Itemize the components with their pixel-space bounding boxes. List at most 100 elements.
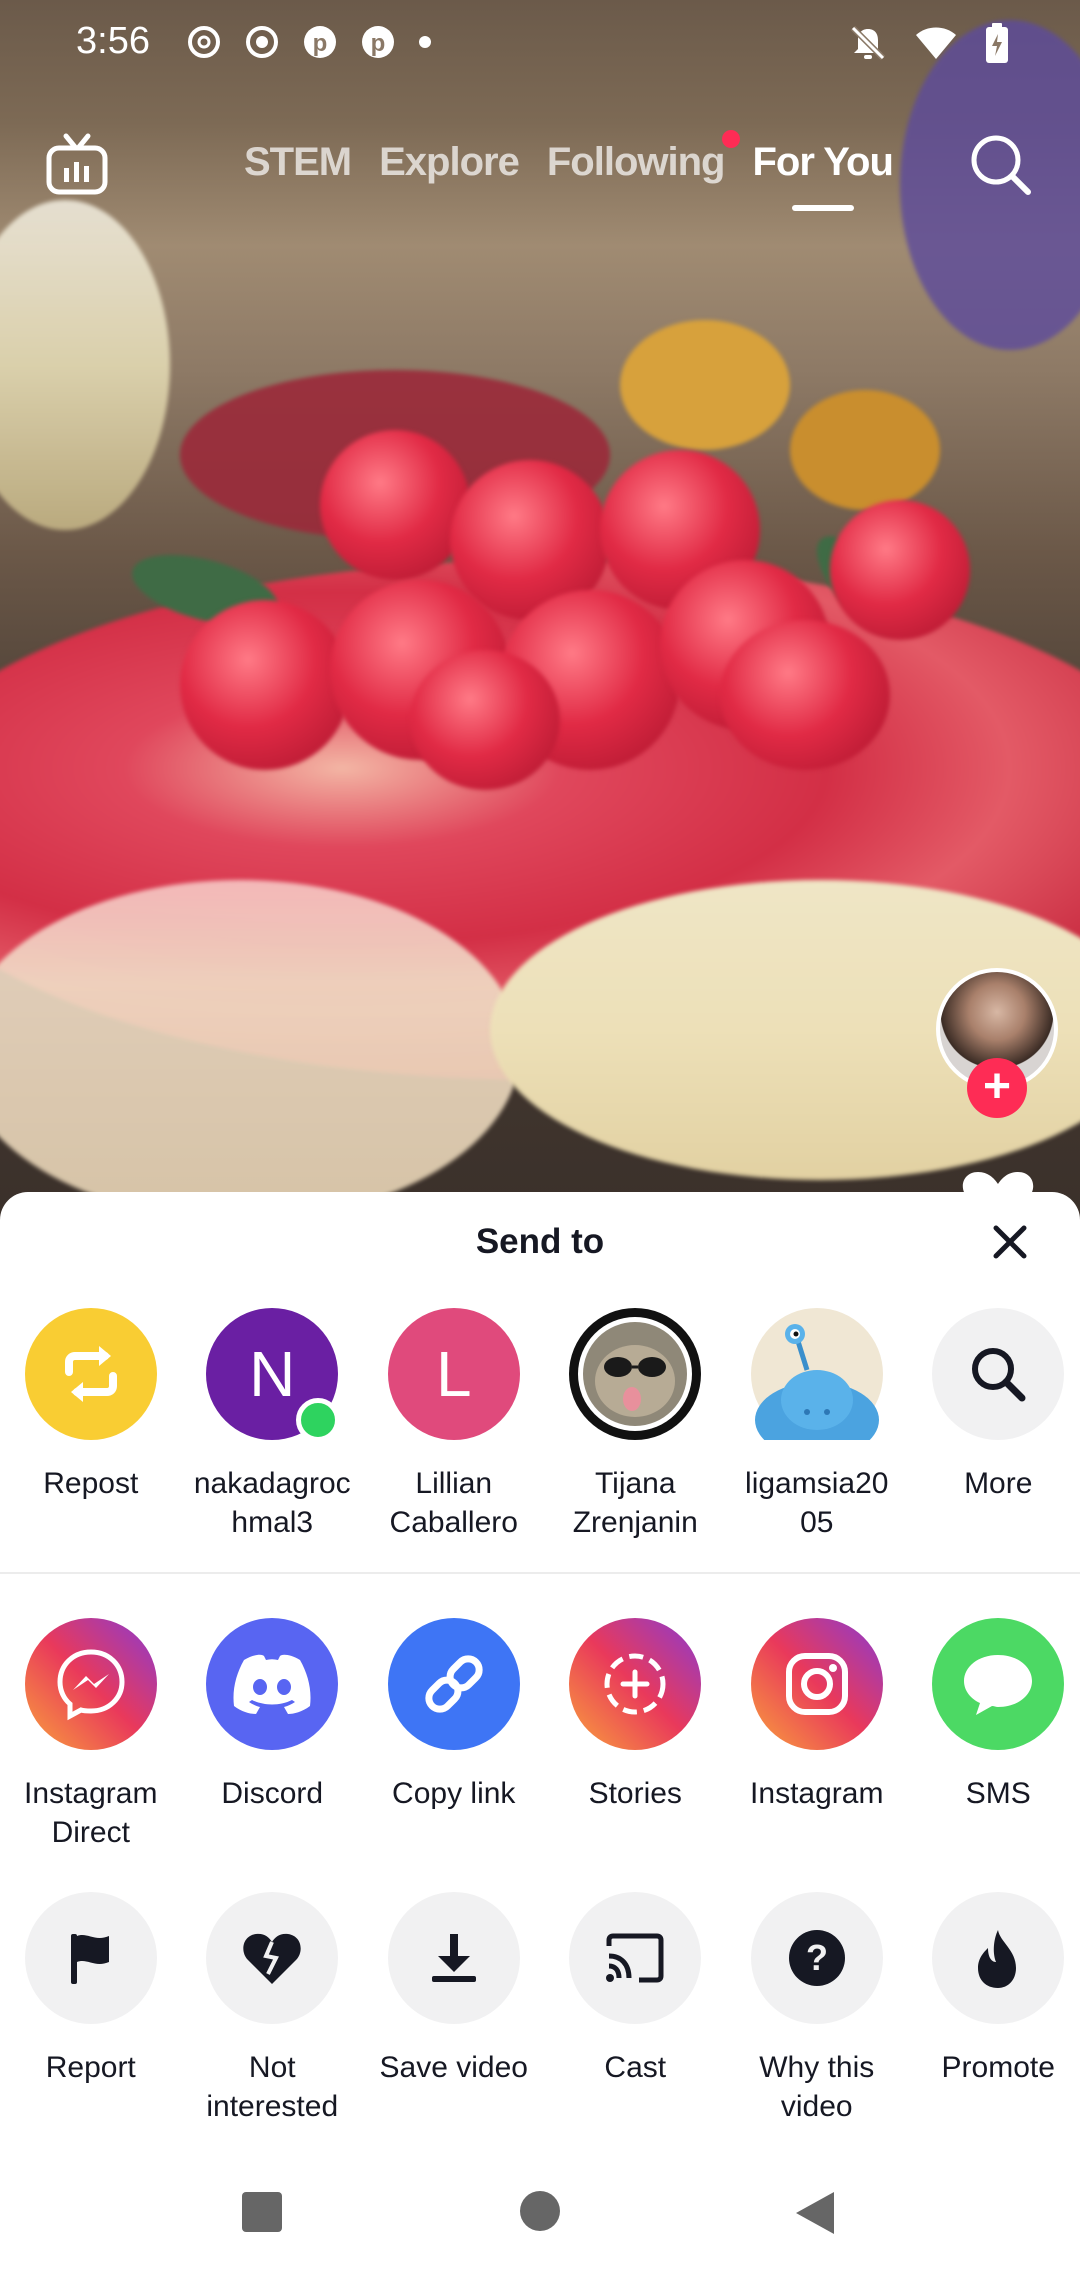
avatar	[750, 1308, 883, 1440]
link-icon	[425, 1655, 483, 1713]
promote-button[interactable]: Promote	[908, 1892, 1080, 2126]
app-label: Stories	[588, 1777, 682, 1810]
app-label: Instagram	[750, 1777, 884, 1810]
search-icon	[972, 1348, 1026, 1402]
contact-name: ligamsia20 05	[745, 1467, 889, 1539]
tab-following[interactable]: Following	[547, 130, 741, 185]
messenger-icon	[57, 1649, 125, 1721]
dot-icon	[419, 36, 431, 48]
report-button[interactable]: Report	[0, 1892, 182, 2126]
stories-icon	[604, 1653, 666, 1715]
avatar-letter: L	[435, 1338, 472, 1410]
record-icon	[246, 26, 278, 58]
status-time: 3:56	[76, 20, 150, 62]
question-icon: ?	[788, 1930, 845, 1986]
raspberry	[410, 650, 560, 790]
avatar-letter: N	[249, 1338, 296, 1410]
pinterest-icon: p	[304, 26, 336, 58]
home-icon[interactable]	[519, 2190, 561, 2232]
app-label: Discord	[221, 1777, 324, 1810]
flame-icon	[978, 1930, 1017, 1988]
close-icon[interactable]	[980, 1212, 1040, 1272]
cat-photo-avatar	[578, 1317, 693, 1431]
share-sheet: Send to Repost N nakadagroc hmal3 L Lill…	[0, 1192, 1080, 2280]
save-video-button[interactable]: Save video	[363, 1892, 545, 2126]
share-instagram[interactable]: Instagram	[726, 1618, 908, 1852]
tab-for-you[interactable]: For You	[752, 140, 894, 211]
app-label: Instagram Direct	[24, 1777, 158, 1849]
action-circle	[569, 1892, 702, 2024]
notification-dot	[722, 130, 741, 148]
app-circle	[750, 1618, 883, 1750]
action-circle: ?	[750, 1892, 883, 2024]
share-sms[interactable]: SMS	[908, 1618, 1080, 1852]
wifi-icon	[916, 27, 956, 59]
action-circle	[24, 1892, 157, 2024]
avatar: N	[206, 1308, 341, 1442]
system-nav-bar	[0, 2150, 1080, 2280]
app-circle	[387, 1618, 520, 1750]
app-circle	[932, 1618, 1065, 1750]
lemon	[790, 390, 940, 510]
more-label: More	[964, 1467, 1033, 1500]
recent-apps-icon[interactable]	[240, 2190, 284, 2234]
action-label: Report	[45, 2051, 136, 2084]
repost-circle	[24, 1308, 157, 1440]
tab-explore[interactable]: Explore	[379, 140, 520, 185]
cast-button[interactable]: Cast	[545, 1892, 727, 2126]
contact-ligamsia2005[interactable]: ligamsia20 05	[726, 1308, 908, 1542]
status-bar: 3:56 p p	[0, 0, 1080, 90]
back-icon[interactable]	[794, 2190, 836, 2236]
lemon	[620, 320, 790, 450]
svg-text:?: ?	[806, 1937, 828, 1978]
tab-for-you-label: For You	[752, 140, 893, 184]
not-interested-button[interactable]: Not interested	[182, 1892, 364, 2126]
online-status-dot	[296, 1398, 341, 1442]
action-label: Promote	[941, 2051, 1055, 2084]
action-label: Why this video	[759, 2051, 875, 2123]
search-icon[interactable]	[966, 130, 1036, 200]
action-circle	[387, 1892, 520, 2024]
raspberry	[830, 500, 970, 640]
active-tab-indicator	[791, 205, 854, 211]
repost-icon	[64, 1346, 117, 1402]
divider	[0, 1572, 1080, 1574]
share-instagram-direct[interactable]: Instagram Direct	[0, 1618, 182, 1852]
avatar: L	[387, 1308, 520, 1440]
avatar	[569, 1308, 702, 1440]
broken-heart-icon	[243, 1933, 301, 1984]
tab-stem[interactable]: STEM	[244, 140, 352, 185]
svg-text:p: p	[371, 30, 386, 57]
why-this-video-button[interactable]: ? Why this video	[726, 1892, 908, 2126]
action-circle	[932, 1892, 1065, 2024]
contact-lillian-caballero[interactable]: L Lillian Caballero	[363, 1308, 545, 1542]
app-circle	[569, 1618, 702, 1750]
threads-icon	[188, 26, 220, 58]
copy-link-button[interactable]: Copy link	[363, 1618, 545, 1852]
share-stories[interactable]: Stories	[545, 1618, 727, 1852]
share-discord[interactable]: Discord	[182, 1618, 364, 1852]
battery-charging-icon	[986, 23, 1008, 63]
flag-icon	[70, 1934, 109, 1984]
share-apps-row: Instagram Direct Discord Copy link Stori…	[0, 1618, 1080, 1852]
app-label: SMS	[965, 1777, 1031, 1810]
contact-tijana-zrenjanin[interactable]: Tijana Zrenjanin	[545, 1308, 727, 1542]
actions-row: Report Not interested Save video Cast ? …	[0, 1892, 1080, 2126]
raspberry	[180, 600, 350, 770]
svg-text:p: p	[313, 30, 328, 57]
sheet-title: Send to	[475, 1222, 605, 1261]
instagram-icon	[785, 1653, 848, 1715]
juice-glass	[0, 200, 170, 530]
action-label: Save video	[379, 2051, 528, 2084]
contact-nakadagrochmal3[interactable]: N nakadagroc hmal3	[182, 1308, 364, 1542]
top-nav: STEM Explore Following For You	[0, 120, 1080, 230]
follow-button[interactable]: +	[967, 1058, 1027, 1118]
contact-name: Tijana Zrenjanin	[572, 1467, 698, 1539]
more-contacts-button[interactable]: More	[908, 1308, 1080, 1542]
more-circle	[932, 1308, 1065, 1440]
bell-off-icon	[850, 25, 886, 61]
repost-button[interactable]: Repost	[0, 1308, 182, 1542]
alien-avatar	[754, 1324, 879, 1440]
live-tv-icon[interactable]	[44, 132, 110, 198]
pinterest-icon: p	[362, 26, 394, 58]
